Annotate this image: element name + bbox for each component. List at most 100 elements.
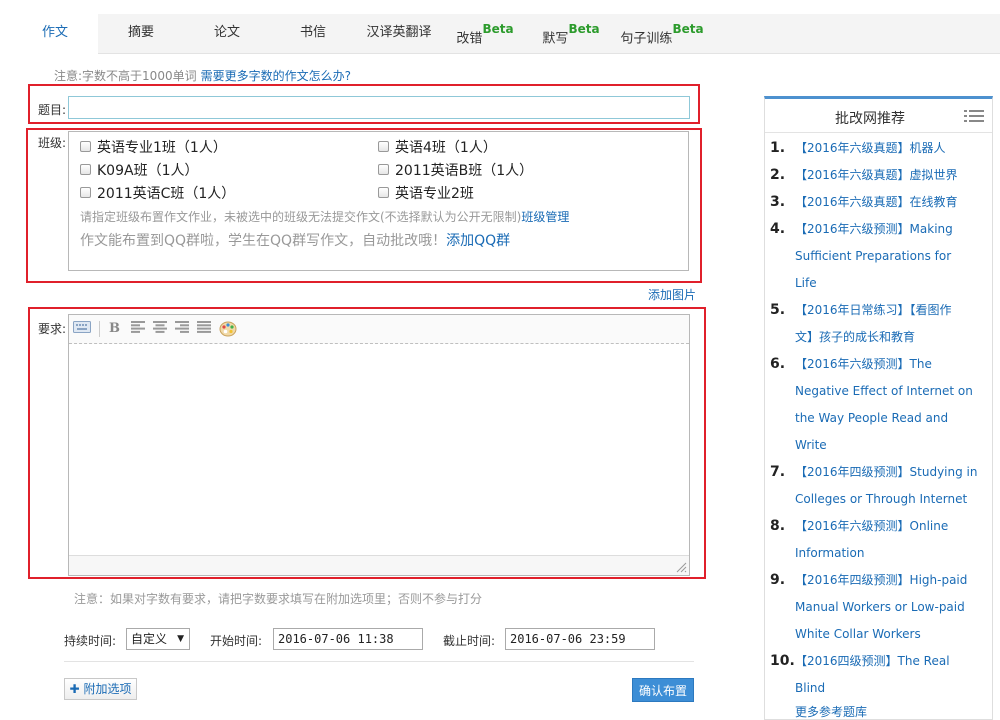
recommendation-link[interactable]: Information — [795, 540, 990, 567]
recommendation-link[interactable]: 【2016年四级预测】Studying in — [795, 459, 990, 486]
requirement-editor: B — [68, 314, 690, 576]
start-time-input[interactable]: 2016-07-06 11:38 — [273, 628, 423, 650]
tab-essay[interactable]: 作文 — [12, 14, 98, 55]
checkbox[interactable] — [80, 163, 91, 175]
recommendation-link[interactable]: Write — [795, 432, 990, 459]
class-name: 英语专业2班 — [395, 186, 474, 202]
recommendation-item[interactable]: 8. 【2016年六级预测】Online Information — [765, 513, 994, 567]
tab-correction[interactable]: 改错Beta — [442, 14, 528, 54]
tab-label: 摘要 — [127, 25, 154, 40]
checkbox[interactable] — [378, 140, 389, 152]
dropdown-arrow-icon: ▼ — [177, 634, 184, 644]
class-name: K09A班（1人） — [97, 163, 199, 179]
class-option[interactable]: 英语专业1班（1人） — [80, 137, 227, 157]
duration-label: 持续时间: — [64, 634, 117, 648]
tab-dictation[interactable]: 默写Beta — [528, 14, 614, 54]
divider — [64, 661, 694, 662]
start-time-label: 开始时间: — [210, 634, 263, 648]
recommendation-link[interactable]: 【2016年六级真题】虚拟世界 — [795, 162, 990, 189]
item-number: 8. — [770, 518, 786, 534]
class-name: 2011英语C班（1人） — [97, 186, 236, 202]
align-left-icon[interactable] — [131, 321, 145, 337]
class-label: 班级: — [38, 136, 67, 150]
tab-abstract[interactable]: 摘要 — [98, 14, 184, 54]
recommendation-link[interactable]: 【2016年四级预测】High-paid — [795, 567, 990, 594]
add-image-link[interactable]: 添加图片 — [648, 286, 696, 303]
recommendation-link[interactable]: Colleges or Through Internet — [795, 486, 990, 513]
tab-sentence-training[interactable]: 句子训练Beta — [614, 14, 710, 54]
list-menu-icon[interactable] — [964, 109, 984, 123]
recommendation-link[interactable]: Blind — [795, 675, 990, 702]
recommendation-link[interactable]: 【2016年六级预测】Making — [795, 216, 990, 243]
recommendation-link[interactable]: 【2016四级预测】The Real — [795, 648, 990, 675]
extra-options-label: 附加选项 — [83, 682, 132, 696]
keyboard-icon[interactable] — [73, 321, 91, 337]
recommendation-link[interactable]: White Collar Workers — [795, 621, 990, 648]
recommendation-item[interactable]: 6. 【2016年六级预测】The Negative Effect of Inter… — [765, 351, 994, 459]
recommendation-link[interactable]: 【2016年六级真题】在线教育 — [795, 189, 990, 216]
recommendation-item[interactable]: 7. 【2016年四级预测】Studying in Colleges or Thro… — [765, 459, 994, 513]
item-number: 6. — [770, 356, 786, 372]
color-palette-icon[interactable] — [219, 321, 237, 337]
class-option[interactable]: 2011英语C班（1人） — [80, 183, 235, 203]
class-manage-link[interactable]: 班级管理 — [521, 210, 569, 224]
checkbox[interactable] — [80, 140, 91, 152]
requirement-text-area[interactable] — [69, 345, 689, 555]
editor-toolbar: B — [69, 315, 689, 344]
recommendation-link[interactable]: Manual Workers or Low-paid — [795, 594, 990, 621]
recommendation-link[interactable]: 文】孩子的成长和教育 — [795, 324, 990, 351]
title-input[interactable] — [68, 96, 690, 119]
recommendation-link[interactable]: 【2016年六级真题】机器人 — [795, 135, 990, 162]
end-time-input[interactable]: 2016-07-06 23:59 — [505, 628, 655, 650]
recommendation-item[interactable]: 9. 【2016年四级预测】High-paid Manual Workers or … — [765, 567, 994, 648]
toolbar-separator — [99, 321, 100, 337]
word-limit-text: 注意:字数不高于1000单词 — [54, 69, 197, 83]
recommendation-link[interactable]: 【2016年六级预测】Online — [795, 513, 990, 540]
class-option[interactable]: 英语专业2班 — [378, 183, 474, 203]
add-qq-group-link[interactable]: 添加QQ群 — [446, 233, 510, 249]
tab-label: 论文 — [213, 25, 240, 40]
class-option[interactable]: 英语4班（1人） — [378, 137, 497, 157]
recommendation-link[interactable]: 【2016年日常练习】【看图作 — [795, 297, 990, 324]
end-time-label: 截止时间: — [443, 634, 496, 648]
recommendation-link[interactable]: Sufficient Preparations for — [795, 243, 990, 270]
plus-icon: ✚ — [69, 682, 80, 696]
duration-select[interactable]: 自定义 ▼ — [126, 628, 190, 650]
item-number: 3. — [770, 194, 786, 210]
recommendation-link[interactable]: the Way People Read and — [795, 405, 990, 432]
recommendation-list: 1. 【2016年六级真题】机器人 2. 【2016年六级真题】虚拟世界 3. 【2016… — [765, 135, 994, 702]
checkbox[interactable] — [378, 186, 389, 198]
checkbox[interactable] — [378, 163, 389, 175]
extra-options-button[interactable]: ✚ 附加选项 — [64, 678, 137, 700]
recommendation-link[interactable]: Negative Effect of Internet on — [795, 378, 990, 405]
checkbox[interactable] — [80, 186, 91, 198]
item-number: 9. — [770, 572, 786, 588]
align-center-icon[interactable] — [153, 321, 167, 337]
tab-translation[interactable]: 汉译英翻译 — [356, 14, 442, 54]
recommendation-item[interactable]: 3. 【2016年六级真题】在线教育 — [765, 189, 994, 216]
qq-hint: 作文能布置到QQ群啦，学生在QQ群写作文，自动批改哦！添加QQ群 — [80, 230, 510, 250]
recommendation-link[interactable]: Life — [795, 270, 990, 297]
qq-hint-text: 作文能布置到QQ群啦，学生在QQ群写作文，自动批改哦！ — [80, 233, 447, 249]
more-words-link[interactable]: 需要更多字数的作文怎么办? — [201, 69, 351, 83]
recommendation-item[interactable]: 1. 【2016年六级真题】机器人 — [765, 135, 994, 162]
bold-icon[interactable]: B — [109, 321, 120, 337]
align-right-icon[interactable] — [175, 321, 189, 337]
recommendation-item[interactable]: 10. 【2016四级预测】The Real Blind — [765, 648, 994, 702]
tab-thesis[interactable]: 论文 — [184, 14, 270, 54]
duration-value: 自定义 — [131, 632, 168, 646]
tab-label: 句子训练 — [620, 31, 673, 47]
recommendation-item[interactable]: 2. 【2016年六级真题】虚拟世界 — [765, 162, 994, 189]
more-topics-link[interactable]: 更多参考题库 — [795, 703, 867, 720]
resize-handle-icon[interactable] — [675, 561, 687, 573]
class-option[interactable]: 2011英语B班（1人） — [378, 160, 533, 180]
class-option[interactable]: K09A班（1人） — [80, 160, 198, 180]
tab-label: 汉译英翻译 — [366, 25, 432, 40]
tab-bar: 作文 摘要 论文 书信 汉译英翻译 改错Beta 默写Beta 句子训练Beta — [12, 14, 1000, 55]
recommendation-item[interactable]: 5. 【2016年日常练习】【看图作 文】孩子的成长和教育 — [765, 297, 994, 351]
justify-icon[interactable] — [197, 321, 211, 337]
recommendation-link[interactable]: 【2016年六级预测】The — [795, 351, 990, 378]
recommendation-item[interactable]: 4. 【2016年六级预测】Making Sufficient Preparatio… — [765, 216, 994, 297]
tab-letter[interactable]: 书信 — [270, 14, 356, 54]
confirm-assign-button[interactable]: 确认布置 — [632, 678, 694, 702]
